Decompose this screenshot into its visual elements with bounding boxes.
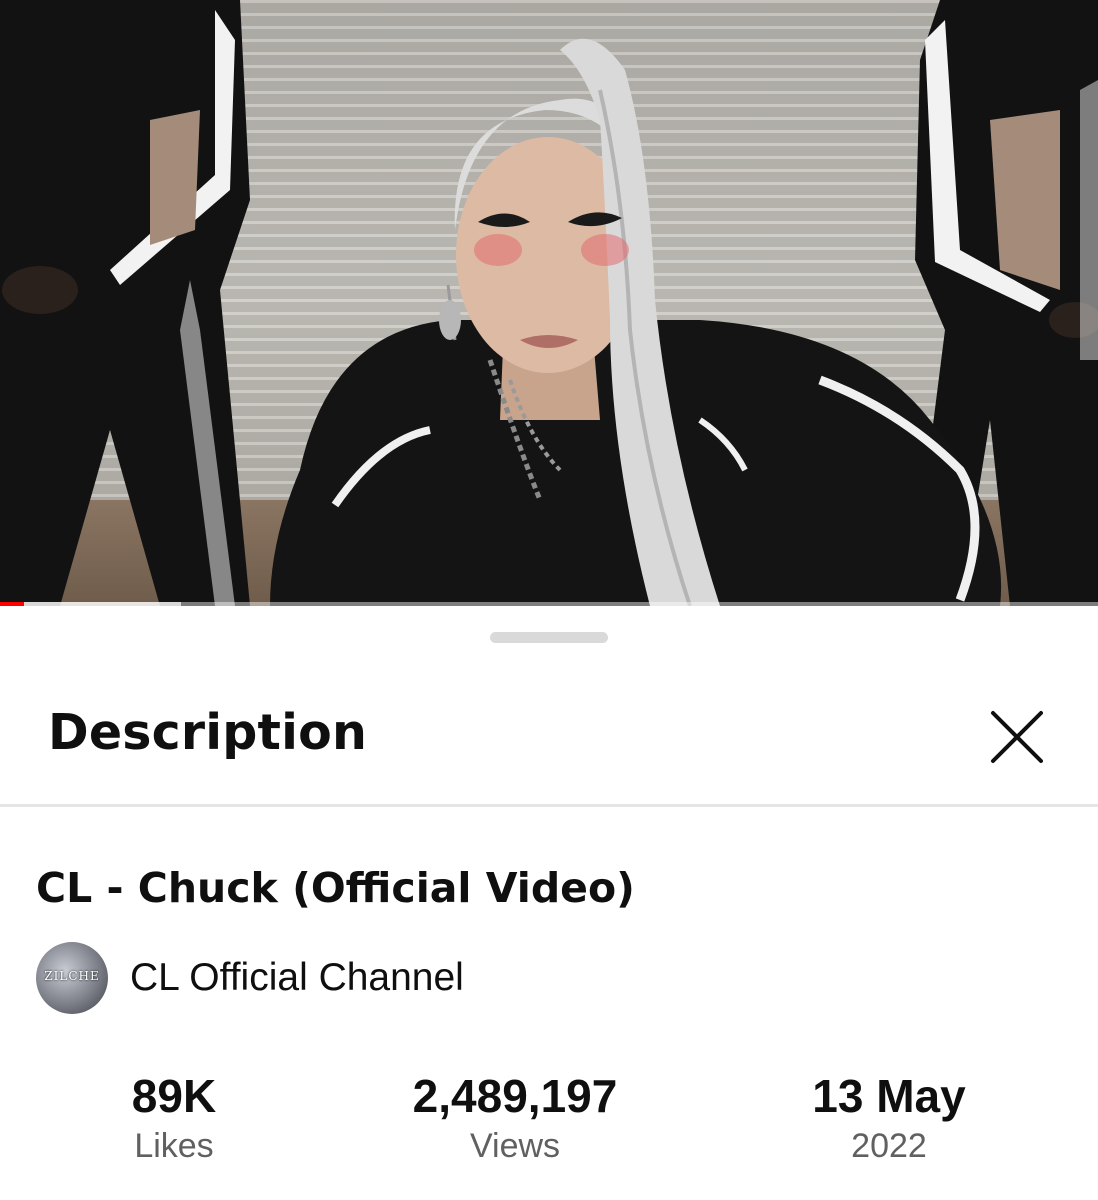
upload-year: 2022 (851, 1127, 927, 1165)
likes-stat: 89K Likes (44, 1068, 304, 1168)
center-figure (270, 38, 1002, 606)
drag-handle[interactable] (490, 632, 608, 643)
upload-date: 13 May (812, 1070, 966, 1122)
left-dancer-figure (0, 0, 250, 606)
views-stat: 2,489,197 Views (385, 1068, 645, 1168)
video-frame (0, 0, 1098, 606)
channel-avatar[interactable]: ZILCHE (36, 942, 108, 1014)
views-count: 2,489,197 (412, 1070, 618, 1122)
channel-name[interactable]: CL Official Channel (130, 956, 464, 1000)
avatar-logo: ZILCHE (44, 969, 100, 983)
close-icon (991, 711, 1043, 763)
progress-played (0, 602, 25, 606)
views-label: Views (469, 1127, 561, 1165)
panel-divider (0, 804, 1098, 807)
description-panel: Description CL - Chuck (Official Video) … (0, 606, 1098, 1200)
video-title: CL - Chuck (Official Video) (36, 864, 635, 912)
video-player[interactable] (0, 0, 1098, 606)
close-button[interactable] (980, 700, 1054, 774)
likes-count: 89K (131, 1070, 217, 1122)
panel-title: Description (48, 704, 368, 761)
likes-label: Likes (134, 1127, 214, 1165)
date-stat: 13 May 2022 (759, 1068, 1019, 1168)
channel-link[interactable]: ZILCHE CL Official Channel (36, 942, 464, 1014)
